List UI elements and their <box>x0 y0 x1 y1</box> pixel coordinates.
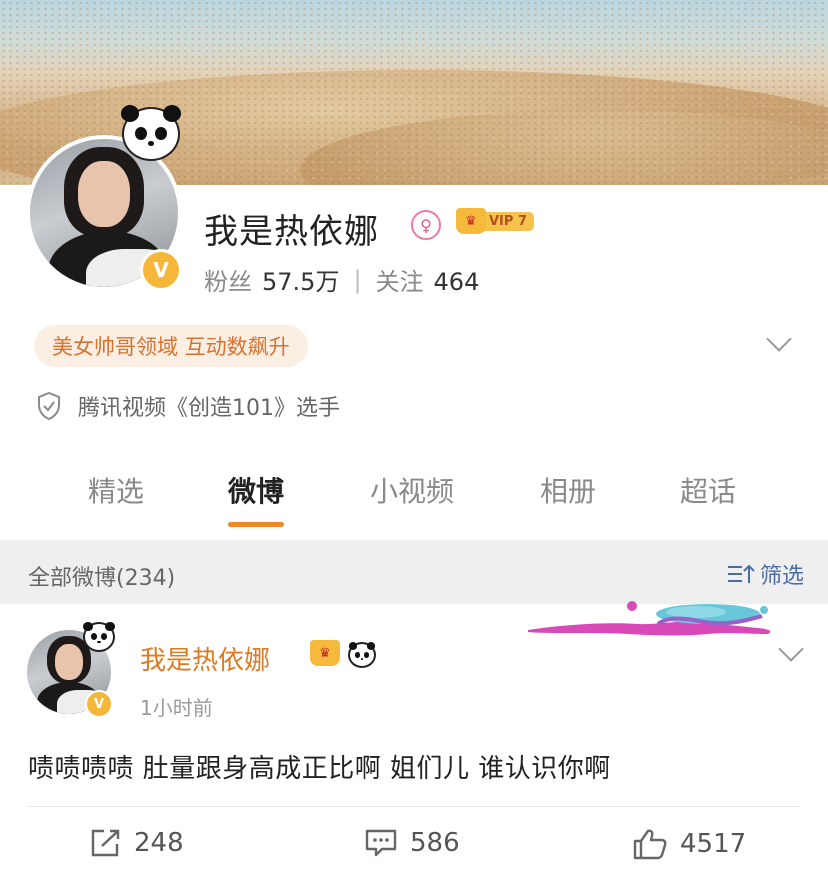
fans-stat[interactable]: 粉丝 57.5万 <box>204 262 339 297</box>
paint-splash-decoration <box>528 601 771 636</box>
tab-short-videos[interactable]: 小视频 <box>370 470 454 510</box>
comment-count: 586 <box>410 828 460 858</box>
filter-bar: 全部微博(234) 筛选 <box>0 540 828 604</box>
profile-tag[interactable]: 美女帅哥领域 互动数飙升 <box>34 325 308 367</box>
filter-label: 筛选 <box>759 564 804 589</box>
verified-badge-icon: V <box>85 690 113 718</box>
panda-pendant-icon <box>83 621 115 652</box>
female-icon: ♀ <box>411 210 441 240</box>
like-button[interactable]: 4517 <box>632 828 746 860</box>
vip-level: VIP 7 <box>484 211 534 231</box>
post-content[interactable]: 啧啧啧啧 肚量跟身高成正比啊 姐们儿 谁认识你啊 <box>28 748 611 785</box>
tab-weibo[interactable]: 微博 <box>228 470 284 510</box>
all-posts-count: 全部微博(234) <box>28 566 176 591</box>
like-count: 4517 <box>680 829 747 859</box>
post-author-name[interactable]: 我是热依娜 <box>140 640 270 677</box>
panda-icon <box>348 642 376 668</box>
fans-count: 57.5万 <box>262 268 340 296</box>
certification-row: 腾讯视频《创造101》选手 <box>36 390 340 422</box>
profile-name: 我是热依娜 <box>204 212 379 252</box>
post-author-avatar[interactable]: V <box>27 621 115 718</box>
shield-icon <box>38 391 60 421</box>
repost-icon <box>91 829 120 857</box>
following-count: 464 <box>433 268 480 296</box>
vip-badge[interactable]: ♛ VIP 7 <box>456 208 534 234</box>
comment-icon <box>365 829 397 857</box>
fans-label: 粉丝 <box>204 268 252 296</box>
filter-icon <box>727 564 755 583</box>
repost-button[interactable]: 248 <box>90 828 184 858</box>
crown-icon: ♛ <box>456 208 486 234</box>
repost-count: 248 <box>134 828 184 858</box>
certification-text: 腾讯视频《创造101》选手 <box>78 396 340 421</box>
profile-avatar[interactable]: V <box>26 105 182 291</box>
stats-divider: | <box>353 265 362 294</box>
crown-icon: ♛ <box>310 640 340 666</box>
following-label: 关注 <box>375 268 424 296</box>
comment-button[interactable]: 586 <box>364 828 460 858</box>
panda-pendant-icon <box>120 105 182 161</box>
post-divider <box>28 806 800 807</box>
tab-album[interactable]: 相册 <box>540 470 596 510</box>
following-stat[interactable]: 关注 464 <box>376 262 480 297</box>
tab-featured[interactable]: 精选 <box>88 470 144 510</box>
post-menu-chevron-down-icon[interactable] <box>778 636 804 662</box>
profile-stats: 粉丝 57.5万 | 关注 464 <box>204 262 479 297</box>
active-tab-indicator <box>228 522 284 527</box>
expand-chevron-down-icon[interactable] <box>766 326 792 352</box>
post-timestamp: 1小时前 <box>140 696 213 720</box>
profile-tabs: 精选 微博 小视频 相册 超话 <box>0 470 828 536</box>
verified-badge-icon: V <box>140 249 182 291</box>
tab-super-topics[interactable]: 超话 <box>680 470 736 510</box>
filter-button[interactable]: 筛选 <box>726 558 804 590</box>
thumbs-up-icon <box>633 829 667 860</box>
